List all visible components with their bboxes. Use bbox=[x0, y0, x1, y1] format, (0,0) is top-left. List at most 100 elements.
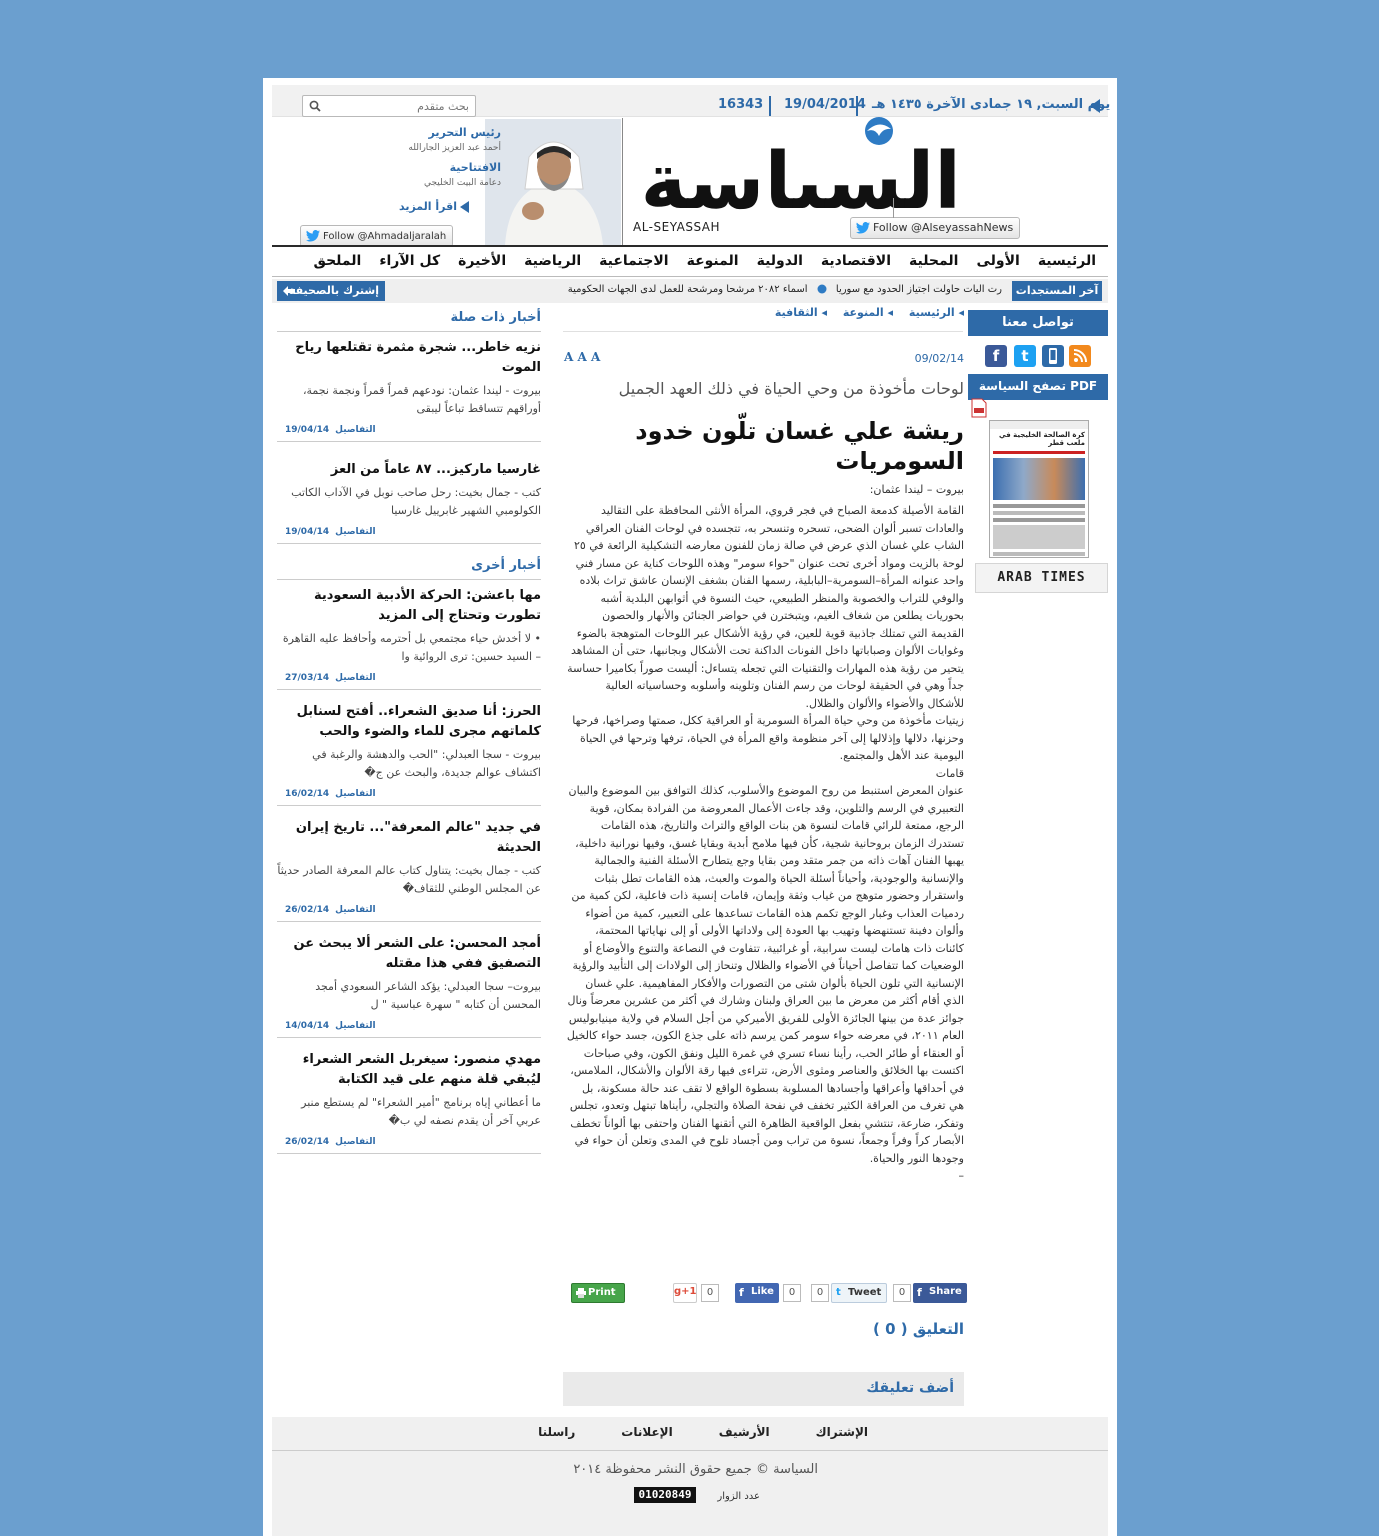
news-ticker[interactable]: رت آليات حاولت اجتياز الحدود مع سوريا أس… bbox=[552, 284, 1002, 300]
comments-title: التعليق ( 0 ) bbox=[873, 1320, 964, 1338]
divider bbox=[622, 118, 623, 246]
breaking-news-bar: آخر المستجدات رت آليات حاولت اجتياز الحد… bbox=[272, 279, 1108, 303]
editor-name: أحمد عبد العزيز الجارالله bbox=[408, 143, 501, 153]
related-news-title: أخبار ذات صلة bbox=[450, 310, 542, 325]
tweet-button[interactable]: t Tweet bbox=[831, 1283, 887, 1303]
footer-link-ads[interactable]: الإعلانات bbox=[621, 1425, 672, 1439]
tweet-count: 0 bbox=[811, 1284, 829, 1302]
news-item-title[interactable]: مهدي منصور: سيغربل الشعر الشعراء ليُبقي … bbox=[277, 1050, 541, 1090]
pdf-icon[interactable] bbox=[971, 398, 987, 418]
share-label: Share bbox=[929, 1286, 962, 1297]
facebook-icon: f bbox=[917, 1286, 922, 1299]
details-link[interactable]: التفاصيل bbox=[335, 1137, 375, 1147]
other-news-title: أخبار أخرى bbox=[471, 558, 541, 573]
nav-item-sports[interactable]: الرياضية bbox=[524, 253, 581, 269]
article-paragraph: زيتيات مأخوذة من وحي حياة المرأة السومري… bbox=[572, 714, 964, 762]
news-item-title[interactable]: في جديد "عالم المعرفة"... تاريخ إيران ال… bbox=[277, 818, 541, 858]
details-link[interactable]: التفاصيل bbox=[335, 425, 375, 435]
nav-item-opinions[interactable]: كل الآراء bbox=[379, 253, 440, 269]
search-icon[interactable] bbox=[309, 100, 321, 112]
date-hijri: يوم السبت, ١٩ جمادى الآخرة ١٤٣٥ هـ bbox=[872, 97, 1111, 112]
pdf-thumbnail[interactable]: كرة الصالحة الخليجية في ملعب قطر bbox=[989, 420, 1089, 558]
google-plus-button[interactable]: g+1 bbox=[673, 1283, 697, 1303]
details-link[interactable]: التفاصيل bbox=[335, 905, 375, 915]
editor-title: رئيس التحرير bbox=[428, 126, 501, 139]
twitter-icon[interactable]: t bbox=[1014, 345, 1036, 367]
article-byline: بيروت – ليندا عثمان: bbox=[869, 483, 964, 496]
news-item-footer: التفاصيل 27/03/14 bbox=[277, 673, 541, 683]
search-box[interactable] bbox=[302, 95, 476, 117]
nav-item-last[interactable]: الأخيرة bbox=[458, 253, 506, 269]
news-item-excerpt: بيروت– سجا العبدلي: يؤكد الشاعر السعودي … bbox=[315, 980, 541, 1011]
news-item-footer: التفاصيل 16/02/14 bbox=[277, 789, 541, 799]
details-link[interactable]: التفاصيل bbox=[335, 673, 375, 683]
issue-number: 16343 bbox=[718, 97, 764, 112]
news-item-date: 14/04/14 bbox=[285, 1021, 330, 1031]
nav-item-front[interactable]: الأولى bbox=[976, 253, 1019, 269]
news-item-excerpt: • لا أخدش حياء مجتمعي بل أحترمه وأحافظ ع… bbox=[282, 632, 541, 663]
visitor-label: عدد الزوار bbox=[717, 1491, 760, 1502]
editor-block: رئيس التحرير أحمد عبد العزيز الجارالله ا… bbox=[361, 126, 501, 188]
details-link[interactable]: التفاصيل bbox=[335, 527, 375, 537]
news-item-date: 26/02/14 bbox=[285, 1137, 330, 1147]
arab-times-link[interactable]: ARAB TIMES bbox=[975, 563, 1108, 593]
nav-item-home[interactable]: الرئيسية bbox=[1038, 253, 1096, 269]
date-gregorian: 19/04/2014 bbox=[784, 97, 866, 112]
nav-item-social[interactable]: الاجتماعية bbox=[599, 253, 668, 269]
news-item-date: 19/04/14 bbox=[285, 527, 330, 537]
print-label: Print bbox=[588, 1287, 616, 1298]
pdf-headline: كرة الصالحة الخليجية في ملعب قطر bbox=[999, 431, 1085, 447]
like-count: 0 bbox=[783, 1284, 801, 1302]
nav-item-local[interactable]: المحلية bbox=[909, 253, 958, 269]
pdf-title[interactable]: تصفح السياسة PDF bbox=[968, 374, 1108, 400]
nav-item-supplement[interactable]: الملحق bbox=[313, 253, 361, 269]
divider bbox=[277, 543, 541, 544]
news-item-title[interactable]: الحرز: أنا صديق الشعراء.. أفتح لسنابل كل… bbox=[277, 702, 541, 742]
facebook-icon[interactable]: f bbox=[985, 345, 1007, 367]
news-item: غارسيا ماركيز... ٨٧ عاماً من العز كتب - … bbox=[277, 460, 541, 544]
subscribe-button[interactable]: إشترك بالصحيفة bbox=[277, 281, 385, 301]
facebook-share-button[interactable]: f Share bbox=[913, 1283, 967, 1303]
page: 16343 19/04/2014 يوم السبت, ١٩ جمادى الآ… bbox=[263, 78, 1117, 1536]
news-item-title[interactable]: غارسيا ماركيز... ٨٧ عاماً من العز bbox=[277, 460, 541, 480]
logo[interactable]: السياسة bbox=[623, 114, 963, 214]
footer-link-archive[interactable]: الأرشيف bbox=[719, 1425, 770, 1439]
nav-item-misc[interactable]: المنوعة bbox=[687, 253, 739, 269]
follow-editor-button[interactable]: Follow @Ahmadaljaralah bbox=[300, 225, 454, 247]
tweet-label: Tweet bbox=[848, 1287, 882, 1298]
printer-icon bbox=[576, 1288, 586, 1298]
divider bbox=[769, 96, 771, 116]
details-link[interactable]: التفاصيل bbox=[335, 1021, 375, 1031]
ticker-item[interactable]: أسماء ٢٠٨٢ مرشحاً ومرشحة للعمل لدى الجها… bbox=[568, 284, 808, 295]
footer-link-contact[interactable]: راسلنا bbox=[538, 1425, 575, 1439]
details-link[interactable]: التفاصيل bbox=[335, 789, 375, 799]
news-item-footer: التفاصيل 14/04/14 bbox=[277, 1021, 541, 1031]
news-item-title[interactable]: أمجد المحسن: على الشعر ألا يبحث عن التصف… bbox=[277, 934, 541, 974]
news-item-footer: التفاصيل 19/04/14 bbox=[277, 527, 541, 537]
follow-main-button[interactable]: Follow @AlseyassahNews bbox=[850, 217, 1021, 239]
search-input[interactable] bbox=[339, 98, 469, 114]
news-item: نزيه خاطر... شجرة مثمرة تقتلعها رياح الم… bbox=[277, 338, 541, 442]
article-paragraph: القامة الأصيلة كدمعة الصباح في فجر قروي،… bbox=[567, 504, 964, 710]
read-more-link[interactable]: اقرأ المزيد bbox=[399, 200, 469, 213]
breadcrumb-item[interactable]: ◂ الرئيسية bbox=[909, 306, 964, 319]
add-comment-bar[interactable]: أضف تعليقك bbox=[563, 1372, 964, 1406]
ticker-item[interactable]: رت آليات حاولت اجتياز الحدود مع سوريا bbox=[836, 284, 1002, 295]
print-button[interactable]: Print bbox=[571, 1283, 625, 1303]
footer-link-subscribe[interactable]: الإشتراك bbox=[816, 1425, 868, 1439]
mobile-icon[interactable] bbox=[1042, 345, 1064, 367]
breaking-news-label: آخر المستجدات bbox=[1012, 281, 1102, 301]
copyright: السياسة © جميع حقوق النشر محفوظة ٢٠١٤ bbox=[573, 1462, 818, 1477]
font-size-control[interactable]: A A A bbox=[564, 350, 600, 364]
rss-icon[interactable] bbox=[1069, 345, 1091, 367]
news-item-title[interactable]: مها باعشن: الحركة الأدبية السعودية تطورت… bbox=[277, 586, 541, 626]
nav-item-international[interactable]: الدولية bbox=[757, 253, 803, 269]
news-item-title[interactable]: نزيه خاطر... شجرة مثمرة تقتلعها رياح الم… bbox=[277, 338, 541, 378]
nav-item-economy[interactable]: الاقتصادية bbox=[821, 253, 891, 269]
news-item: في جديد "عالم المعرفة"... تاريخ إيران ال… bbox=[277, 818, 541, 922]
breadcrumb-item[interactable]: ◂ المنوعة bbox=[843, 306, 893, 319]
breadcrumb-item[interactable]: ◂ الثقافية bbox=[775, 306, 827, 319]
article-subtitle: لوحات مأخوذة من وحي الحياة في ذلك العهد … bbox=[618, 379, 964, 398]
facebook-like-button[interactable]: f Like bbox=[735, 1283, 779, 1303]
news-item-footer: التفاصيل 19/04/14 bbox=[277, 425, 541, 435]
